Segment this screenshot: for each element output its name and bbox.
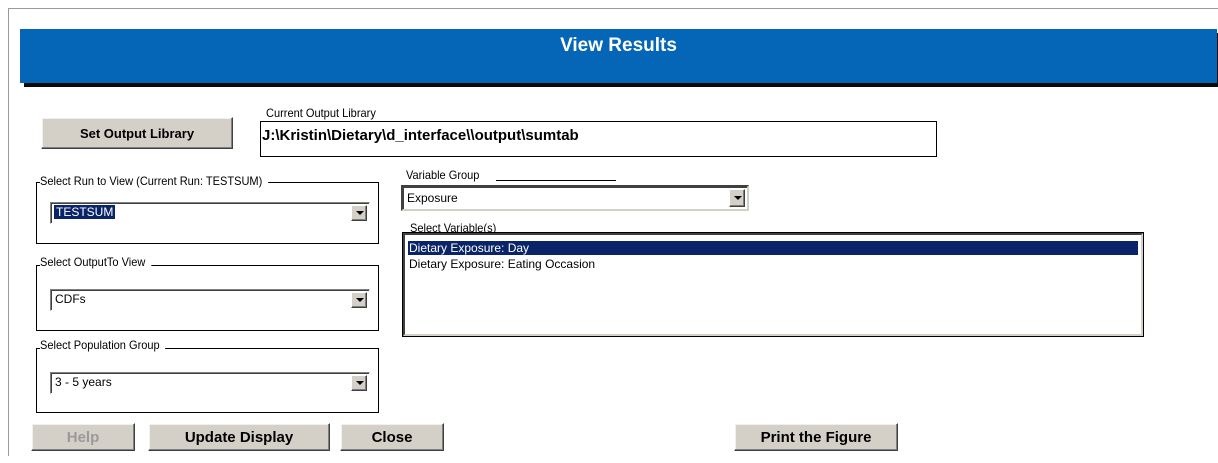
output-group-label: Select OutputTo View: [40, 255, 151, 269]
variable-group-label: Variable Group: [406, 168, 480, 182]
variable-group-select[interactable]: Exposure: [401, 185, 749, 211]
population-select[interactable]: 3 - 5 years: [50, 372, 370, 394]
output-library-path: J:\Kristin\Dietary\d_interface\\output\s…: [262, 127, 579, 144]
help-button[interactable]: Help: [31, 423, 135, 451]
chevron-down-icon[interactable]: [729, 189, 745, 207]
chevron-down-icon[interactable]: [351, 375, 367, 391]
list-item[interactable]: Dietary Exposure: Day: [408, 241, 1138, 255]
output-selected-value: CDFs: [55, 292, 86, 306]
label-underline: [496, 180, 616, 181]
run-selected-value: TESTSUM: [54, 205, 116, 219]
print-figure-button[interactable]: Print the Figure: [734, 423, 898, 451]
population-group-label: Select Population Group: [40, 338, 166, 352]
set-output-library-button[interactable]: Set Output Library: [41, 117, 233, 149]
window-title: View Results: [560, 35, 677, 56]
current-output-library-label: Current Output Library: [266, 106, 376, 120]
run-select[interactable]: TESTSUM: [50, 202, 370, 224]
output-select[interactable]: CDFs: [50, 289, 370, 311]
close-button[interactable]: Close: [340, 423, 444, 451]
list-item[interactable]: Dietary Exposure: Eating Occasion: [409, 257, 595, 271]
title-bar: View Results: [20, 29, 1217, 83]
run-group-label: Select Run to View (Current Run: TESTSUM…: [40, 174, 268, 188]
output-library-path-field: J:\Kristin\Dietary\d_interface\\output\s…: [260, 121, 937, 157]
variables-listbox[interactable]: Dietary Exposure: Day Dietary Exposure: …: [402, 232, 1144, 337]
variable-group-selected-value: Exposure: [407, 191, 458, 205]
chevron-down-icon[interactable]: [351, 292, 367, 308]
chevron-down-icon[interactable]: [351, 205, 367, 221]
population-selected-value: 3 - 5 years: [55, 375, 112, 389]
update-display-button[interactable]: Update Display: [148, 423, 330, 451]
